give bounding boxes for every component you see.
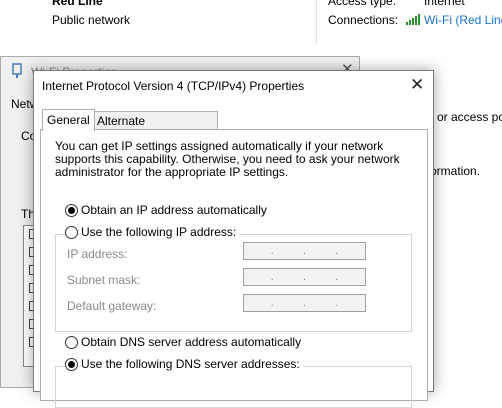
obtain-dns-auto-label: Obtain DNS server address automatically bbox=[81, 335, 302, 349]
divider bbox=[316, 0, 317, 44]
wifi-connection-link[interactable]: Wi-Fi (Red Line bbox=[424, 13, 502, 27]
use-following-dns-radio[interactable] bbox=[65, 358, 78, 371]
close-icon[interactable]: ✕ bbox=[410, 75, 424, 95]
connections-label: Connections: bbox=[328, 13, 399, 27]
ipv4-properties-dialog: Internet Protocol Version 4 (TCP/IPv4) P… bbox=[33, 70, 434, 408]
background-partial-text: or access po bbox=[437, 110, 502, 124]
use-following-dns-label: Use the following DNS server addresses: bbox=[81, 357, 303, 371]
use-following-ip-label: Use the following IP address: bbox=[81, 225, 240, 239]
ip-address-field[interactable]: ... bbox=[243, 242, 366, 260]
tab-strip: General Alternate Configuration You can … bbox=[40, 109, 428, 408]
network-name: Red Line bbox=[52, 0, 103, 8]
tab-general[interactable]: General bbox=[42, 109, 95, 131]
obtain-ip-auto-radio[interactable] bbox=[65, 204, 78, 217]
obtain-ip-auto-label: Obtain an IP address automatically bbox=[81, 203, 267, 217]
obtain-dns-auto-radio[interactable] bbox=[65, 336, 78, 349]
dns-address-group bbox=[55, 366, 412, 408]
intro-text: You can get IP settings assigned automat… bbox=[55, 139, 400, 179]
general-tab-panel: You can get IP settings assigned automat… bbox=[40, 129, 428, 408]
tab-alternate-configuration[interactable]: Alternate Configuration bbox=[92, 111, 218, 146]
default-gateway-label: Default gateway: bbox=[67, 299, 157, 313]
wifi-signal-icon bbox=[406, 14, 420, 25]
use-following-ip-radio[interactable] bbox=[65, 226, 78, 239]
network-adapter-icon bbox=[12, 63, 22, 78]
background-partial-text: ormation. bbox=[430, 164, 481, 178]
network-type: Public network bbox=[52, 13, 131, 27]
access-type-value: Internet bbox=[424, 0, 465, 8]
dialog-title: Internet Protocol Version 4 (TCP/IPv4) P… bbox=[42, 79, 305, 93]
access-type-label: Access type: bbox=[328, 0, 397, 8]
subnet-mask-label: Subnet mask: bbox=[67, 273, 141, 287]
subnet-mask-field[interactable]: ... bbox=[243, 268, 366, 286]
default-gateway-field[interactable]: ... bbox=[243, 294, 366, 312]
ip-address-label: IP address: bbox=[67, 247, 128, 261]
